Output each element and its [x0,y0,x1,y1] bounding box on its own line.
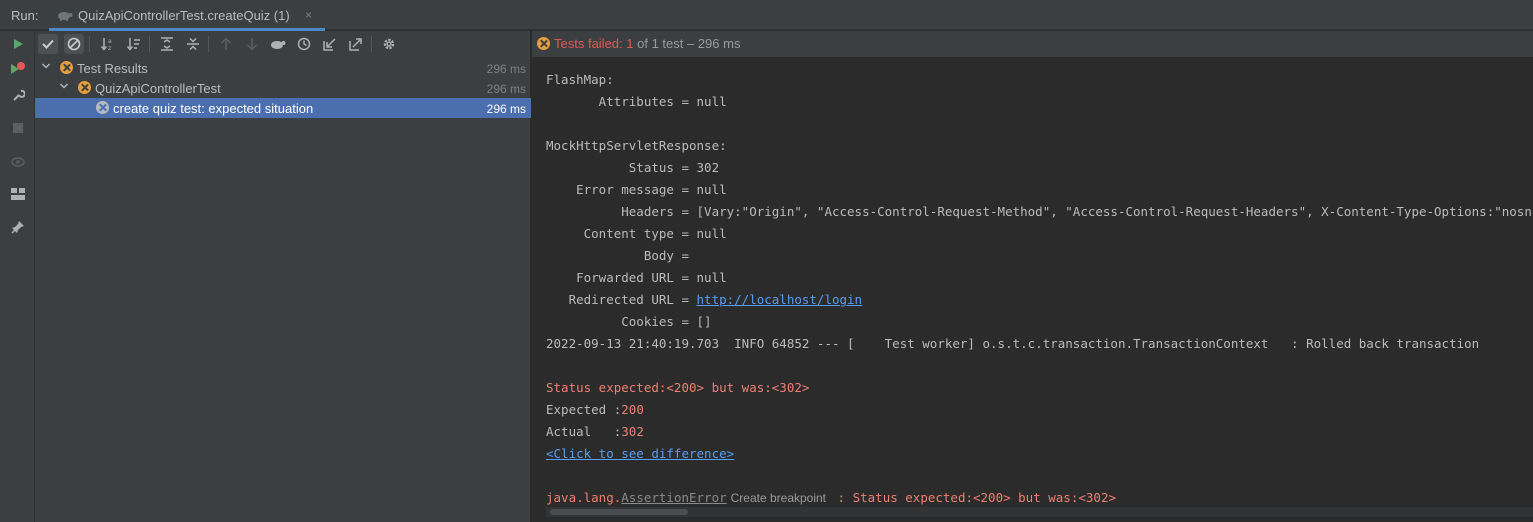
console-line: FlashMap: [546,72,614,87]
test-tree-toolbar: az [35,31,531,57]
tree-row-label: Test Results [77,61,148,76]
stop-icon[interactable] [9,119,27,137]
console-text: Redirected URL = [546,292,697,307]
tree-row-test-results[interactable]: Test Results 296 ms [35,58,531,78]
close-icon[interactable]: × [305,8,312,22]
collapse-all-icon[interactable] [183,34,203,54]
toolbar-separator [371,36,372,52]
diff-line: <Click to see difference> [546,446,734,462]
rerun-failed-icon[interactable] [9,60,27,78]
assertion-message: Status expected:<200> but was:<302> [546,380,810,395]
wrench-icon[interactable] [9,86,27,104]
sort-duration-icon[interactable] [124,34,144,54]
actual-line: Actual :302 [546,424,644,440]
test-status-text: Tests failed: 1 of 1 test – 296 ms [554,36,740,51]
test-failed-icon [60,61,73,74]
exception-message: : Status expected:<200> but was:<302> [830,490,1116,505]
prev-failed-icon[interactable] [216,34,236,54]
rerun-icon[interactable] [9,35,27,53]
run-tab-title: QuizApiControllerTest.createQuiz (1) [78,8,290,23]
tree-row-test-class[interactable]: QuizApiControllerTest 296 ms [35,78,531,98]
export-out-icon[interactable] [346,34,366,54]
console-line: Body = [546,248,697,263]
console-line: Redirected URL = http://localhost/login [546,292,863,308]
test-failed-icon [78,81,91,94]
toolbar-separator [149,36,150,52]
turtle-icon [57,9,73,21]
failed-count: 1 [626,36,634,51]
show-passed-icon[interactable] [38,34,58,54]
export-in-icon[interactable] [320,34,340,54]
console-line: MockHttpServletResponse: [546,138,727,153]
expected-label: Expected : [546,402,622,417]
run-side-toolbar [0,31,35,522]
show-ignored-icon[interactable] [64,34,84,54]
import-icon[interactable] [268,34,288,54]
console-line: Forwarded URL = null [546,270,727,285]
chevron-down-icon[interactable] [59,81,71,95]
run-label: Run: [11,8,39,23]
expected-value: 200 [621,402,644,417]
tree-row-duration: 296 ms [486,62,526,76]
svg-text:z: z [108,45,111,51]
svg-text:a: a [108,38,112,45]
status-prefix: Tests failed: [554,36,627,51]
tree-row-duration: 296 ms [486,102,526,116]
test-failed-icon [537,37,550,50]
exception-line: java.lang.AssertionError Create breakpoin… [546,490,1116,506]
status-suffix: of 1 test – 296 ms [633,36,741,51]
next-failed-icon[interactable] [242,34,262,54]
expected-line: Expected :200 [546,402,644,418]
actual-value: 302 [621,424,644,439]
console-line: 2022-09-13 21:40:19.703 INFO 64852 --- [… [546,336,1480,351]
chevron-down-icon[interactable] [41,61,53,75]
tree-row-test-method[interactable]: create quiz test: expected situation 296… [35,98,531,118]
exception-package: java.lang. [546,490,622,505]
pin-icon[interactable] [9,218,27,236]
run-tab[interactable]: QuizApiControllerTest.createQuiz (1) × [49,0,325,31]
expand-all-icon[interactable] [157,34,177,54]
redirect-link[interactable]: http://localhost/login [697,292,863,307]
console-line: Cookies = [] [546,314,712,329]
tree-row-duration: 296 ms [486,82,526,96]
toolbar-separator [208,36,209,52]
console-line: Attributes = null [546,94,727,109]
sort-alpha-icon[interactable]: az [98,34,118,54]
console-line: Content type = null [546,226,727,241]
test-status-bar: Tests failed: 1 of 1 test – 296 ms [532,31,1533,57]
history-icon[interactable] [294,34,314,54]
create-breakpoint-link[interactable]: Create breakpoint [726,491,831,505]
actual-label: Actual : [546,424,622,439]
console-line: Status = 302 [546,160,720,175]
settings-icon[interactable] [379,34,399,54]
tree-row-label: QuizApiControllerTest [95,81,221,96]
test-failed-icon [96,101,109,114]
eye-icon[interactable] [9,153,27,171]
tree-row-label: create quiz test: expected situation [113,101,314,116]
layout-icon[interactable] [9,185,27,203]
scrollbar-thumb[interactable] [550,509,688,515]
see-difference-link[interactable]: <Click to see difference> [546,446,734,461]
toolbar-separator [89,36,90,52]
run-toolbar: Run: QuizApiControllerTest.createQuiz (1… [0,0,1533,31]
horizontal-scrollbar[interactable] [546,507,1533,517]
test-tree-panel: az Test Results 296 ms QuizApiController… [35,31,531,522]
console-output[interactable]: Tests failed: 1 of 1 test – 296 ms Flash… [532,31,1533,522]
console-line: Error message = null [546,182,727,197]
exception-class-link[interactable]: AssertionError [621,490,726,505]
console-line: Headers = [Vary:"Origin", "Access-Contro… [546,204,1533,219]
